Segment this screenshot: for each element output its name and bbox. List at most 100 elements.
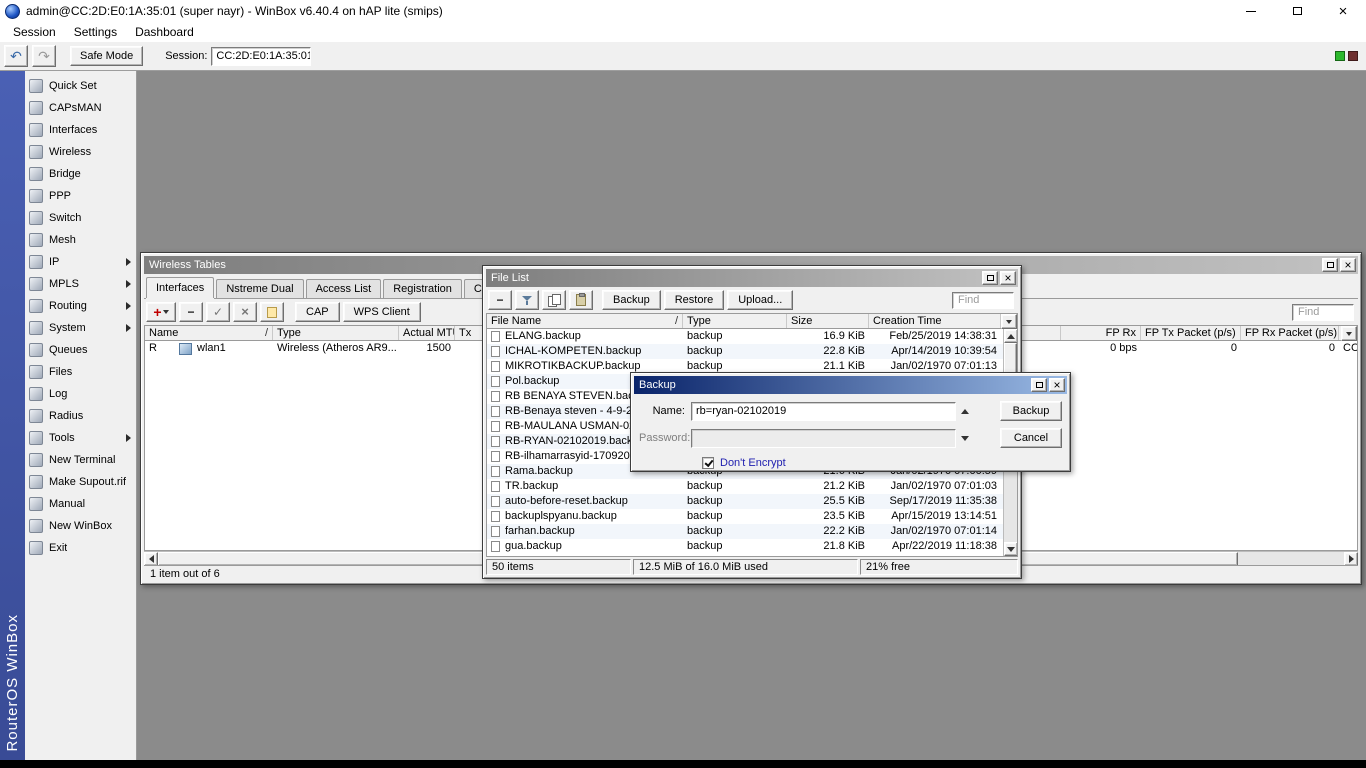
upload-button[interactable]: Upload... xyxy=(727,290,794,310)
file-list-title: File List xyxy=(491,272,529,284)
sidebar-item[interactable]: Queues xyxy=(25,339,136,361)
menu-dashboard[interactable]: Dashboard xyxy=(126,23,203,41)
sidebar-item[interactable]: Interfaces xyxy=(25,119,136,141)
column-header-fp-rx-packet[interactable]: FP Rx Packet (p/s) xyxy=(1241,326,1339,340)
redo-icon xyxy=(38,49,50,64)
sidebar-item[interactable]: Files xyxy=(25,361,136,383)
sidebar-item[interactable]: Make Supout.rif xyxy=(25,471,136,493)
undo-button[interactable] xyxy=(4,45,28,67)
sidebar-item[interactable]: Manual xyxy=(25,493,136,515)
wireless-tab[interactable]: Interfaces xyxy=(146,277,215,298)
wireless-tab[interactable]: Access List xyxy=(305,279,382,298)
sidebar-item[interactable]: CAPsMAN xyxy=(25,97,136,119)
close-button[interactable] xyxy=(1320,0,1366,22)
file-row[interactable]: gua.backup backup 21.8 KiB Apr/22/2019 1… xyxy=(487,539,1017,554)
collapse-button[interactable] xyxy=(956,402,974,420)
sidebar-item[interactable]: IP xyxy=(25,251,136,273)
column-header-fp-rx[interactable]: FP Rx xyxy=(1061,326,1141,340)
file-size: 22.8 KiB xyxy=(823,345,865,357)
sidebar-item[interactable]: Log xyxy=(25,383,136,405)
expand-button[interactable] xyxy=(956,429,974,447)
file-row[interactable]: auto-before-reset.backup backup 25.5 KiB… xyxy=(487,494,1017,509)
sidebar-item[interactable]: Mesh xyxy=(25,229,136,251)
column-header-type[interactable]: Type xyxy=(683,314,787,328)
delete-file-button[interactable] xyxy=(488,290,512,310)
arrow-down-icon xyxy=(961,435,969,441)
column-header-actual-mtu[interactable]: Actual MTU xyxy=(399,326,455,340)
scroll-left-button[interactable] xyxy=(144,552,158,566)
file-list-find-input[interactable]: Find xyxy=(952,291,1014,309)
sidebar-item[interactable]: New WinBox xyxy=(25,515,136,537)
restore-button[interactable]: Restore xyxy=(663,290,725,310)
file-type: backup xyxy=(687,345,723,357)
backup-confirm-button[interactable]: Backup xyxy=(1000,401,1062,421)
file-list-titlebar[interactable]: File List xyxy=(486,269,1018,287)
column-selector-button[interactable] xyxy=(1341,326,1357,341)
sidebar-item[interactable]: MPLS xyxy=(25,273,136,295)
sidebar-item[interactable]: Radius xyxy=(25,405,136,427)
file-row[interactable]: ELANG.backup backup 16.9 KiB Feb/25/2019… xyxy=(487,329,1017,344)
column-header-fp-tx-packet[interactable]: FP Tx Packet (p/s) xyxy=(1141,326,1241,340)
enable-button[interactable] xyxy=(206,302,230,322)
sidebar-item[interactable]: New Terminal xyxy=(25,449,136,471)
scroll-down-button[interactable] xyxy=(1004,542,1017,556)
column-header-name[interactable]: Name xyxy=(145,326,273,340)
backup-name-input[interactable]: rb=ryan-02102019 xyxy=(691,401,956,421)
menu-session[interactable]: Session xyxy=(4,23,65,41)
sidebar-item[interactable]: Quick Set xyxy=(25,75,136,97)
sidebar-item[interactable]: Exit xyxy=(25,537,136,559)
file-row[interactable]: ICHAL-KOMPETEN.backup backup 22.8 KiB Ap… xyxy=(487,344,1017,359)
cancel-button[interactable]: Cancel xyxy=(1000,428,1062,448)
paste-button[interactable] xyxy=(569,290,593,310)
sidebar-item[interactable]: Tools xyxy=(25,427,136,449)
sidebar-item[interactable]: System xyxy=(25,317,136,339)
column-header-creation-time[interactable]: Creation Time xyxy=(869,314,1001,328)
sidebar-item[interactable]: Routing xyxy=(25,295,136,317)
backup-button[interactable]: Backup xyxy=(602,290,661,310)
session-input[interactable]: CC:2D:E0:1A:35:01 xyxy=(211,46,312,66)
disable-button[interactable] xyxy=(233,302,257,322)
comment-button[interactable] xyxy=(260,302,284,322)
wireless-tab[interactable]: Registration xyxy=(383,279,462,298)
sidebar: Quick Set CAPsMAN Interfaces Wireless Br… xyxy=(25,71,137,760)
wireless-find-input[interactable]: Find xyxy=(1292,303,1354,321)
redo-button[interactable] xyxy=(32,45,56,67)
column-header-type[interactable]: Type xyxy=(273,326,399,340)
copy-button[interactable] xyxy=(542,290,566,310)
scrollbar-track[interactable] xyxy=(1238,552,1344,565)
file-row[interactable]: TR.backup backup 21.2 KiB Jan/02/1970 07… xyxy=(487,479,1017,494)
minimize-button[interactable] xyxy=(1228,0,1274,22)
scroll-right-button[interactable] xyxy=(1344,552,1358,566)
menu-settings[interactable]: Settings xyxy=(65,23,126,41)
enable-icon xyxy=(213,306,223,319)
file-row[interactable]: backuplspyanu.backup backup 23.5 KiB Apr… xyxy=(487,509,1017,524)
backup-maximize-button[interactable] xyxy=(1031,378,1047,392)
wireless-close-button[interactable] xyxy=(1340,258,1356,272)
file-name: gua.backup xyxy=(505,540,562,552)
sidebar-item[interactable]: Bridge xyxy=(25,163,136,185)
safe-mode-button[interactable]: Safe Mode xyxy=(70,46,144,66)
dont-encrypt-checkbox[interactable] xyxy=(702,457,714,469)
backup-password-input[interactable] xyxy=(691,428,956,448)
wps-client-button[interactable]: WPS Client xyxy=(342,302,421,322)
wireless-maximize-button[interactable] xyxy=(1322,258,1338,272)
file-size: 21.2 KiB xyxy=(823,480,865,492)
backup-dialog-titlebar[interactable]: Backup xyxy=(634,376,1067,394)
remove-button[interactable] xyxy=(179,302,203,322)
column-header-size[interactable]: Size xyxy=(787,314,869,328)
backup-close-button[interactable] xyxy=(1049,378,1065,392)
file-row[interactable]: farhan.backup backup 22.2 KiB Jan/02/197… xyxy=(487,524,1017,539)
wireless-tab[interactable]: Nstreme Dual xyxy=(216,279,304,298)
sidebar-item[interactable]: Wireless xyxy=(25,141,136,163)
sidebar-item[interactable]: PPP xyxy=(25,185,136,207)
scroll-up-button[interactable] xyxy=(1004,329,1017,343)
column-header-file-name[interactable]: File Name xyxy=(487,314,683,328)
column-selector-button[interactable] xyxy=(1001,314,1017,329)
maximize-button[interactable] xyxy=(1274,0,1320,22)
sidebar-item[interactable]: Switch xyxy=(25,207,136,229)
file-list-maximize-button[interactable] xyxy=(982,271,998,285)
cap-button[interactable]: CAP xyxy=(295,302,340,322)
file-list-close-button[interactable] xyxy=(1000,271,1016,285)
filter-button[interactable] xyxy=(515,290,539,310)
add-button[interactable] xyxy=(146,302,176,322)
